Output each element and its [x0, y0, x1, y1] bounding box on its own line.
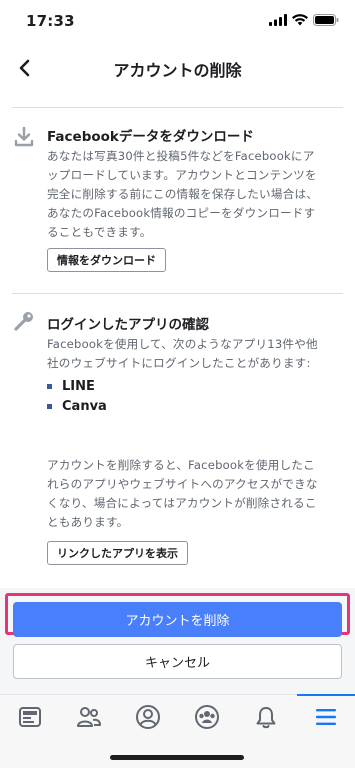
body-line: ップロードしています。アカウントとコンテンツを [47, 168, 317, 182]
profile-icon [135, 705, 160, 729]
download-info-button[interactable]: 情報をダウンロード [47, 248, 166, 272]
cancel-button[interactable]: キャンセル [13, 644, 342, 679]
body-line: れらのアプリやウェブサイトへのアクセスができな [47, 477, 318, 491]
connected-apps-list: LINE Canva [47, 376, 107, 416]
download-data-section: Facebookデータをダウンロード あなたは写真30件と投稿5件などをFace… [0, 107, 355, 296]
notifications-icon [256, 707, 275, 729]
tab-friends[interactable] [59, 695, 118, 739]
signal-icon [269, 14, 287, 26]
groups-icon [194, 705, 219, 729]
list-item: LINE [47, 376, 107, 396]
download-section-title: Facebookデータをダウンロード [47, 129, 254, 145]
news-feed-icon [18, 707, 41, 727]
list-item: Canva [47, 396, 107, 416]
action-area: アカウントを削除 キャンセル [0, 588, 355, 694]
download-section-body: あなたは写真30件と投稿5件などをFacebookにア ップロードしています。ア… [47, 147, 341, 242]
status-icons [269, 14, 339, 26]
page-title: アカウントの削除 [113, 61, 242, 80]
body-line: アカウントを削除すると、Facebookを使用したこ [47, 458, 315, 472]
body-line: あなたのFacebook情報のコピーをダウンロードす [47, 206, 316, 220]
tab-groups[interactable] [177, 695, 236, 739]
body-line: 社のウェブサイトにログインしたことがあります: [47, 356, 311, 370]
app-name: LINE [62, 378, 95, 394]
view-linked-apps-button[interactable]: リンクしたアプリを表示 [47, 541, 188, 565]
apps-section-note: アカウントを削除すると、Facebookを使用したこ れらのアプリやウェブサイト… [47, 456, 341, 532]
bullet-icon [47, 403, 52, 409]
apps-section-intro: Facebookを使用して、次のようなアプリ13件や他 社のウェブサイトにログイ… [47, 335, 341, 373]
tab-news-feed[interactable] [0, 695, 59, 739]
friends-icon [76, 707, 101, 727]
body-line: あなたは写真30件と投稿5件などをFacebookにア [47, 149, 315, 163]
wifi-icon [292, 14, 308, 26]
bullet-icon [47, 383, 52, 389]
download-icon [14, 126, 34, 147]
body-line: Facebookを使用して、次のようなアプリ13件や他 [47, 337, 318, 351]
navigation-bar: アカウントの削除 [0, 44, 355, 92]
content-scroll-area[interactable]: Facebookデータをダウンロード あなたは写真30件と投稿5件などをFace… [0, 92, 355, 588]
tab-menu[interactable] [297, 695, 355, 739]
app-name: Canva [62, 398, 107, 414]
body-line: 完全に削除する前にこの情報を保存したい場合は、 [47, 187, 319, 201]
menu-icon [316, 709, 336, 725]
key-icon [14, 312, 33, 331]
apps-section-title: ログインしたアプリの確認 [47, 317, 209, 333]
connected-apps-section: ログインしたアプリの確認 Facebookを使用して、次のようなアプリ13件や他… [0, 293, 355, 588]
tab-bar [0, 694, 355, 768]
body-line: くなり、場合によってはアカウントが削除されるこ [47, 496, 317, 510]
status-bar: 17:33 [0, 0, 355, 44]
delete-account-button[interactable]: アカウントを削除 [13, 602, 342, 637]
status-time: 17:33 [26, 12, 75, 30]
tab-notifications[interactable] [236, 695, 295, 739]
tab-profile[interactable] [118, 695, 177, 739]
battery-icon [313, 14, 339, 26]
body-line: ともあります。 [47, 515, 129, 529]
body-line: ることもできます。 [47, 225, 152, 239]
home-indicator [110, 755, 244, 760]
